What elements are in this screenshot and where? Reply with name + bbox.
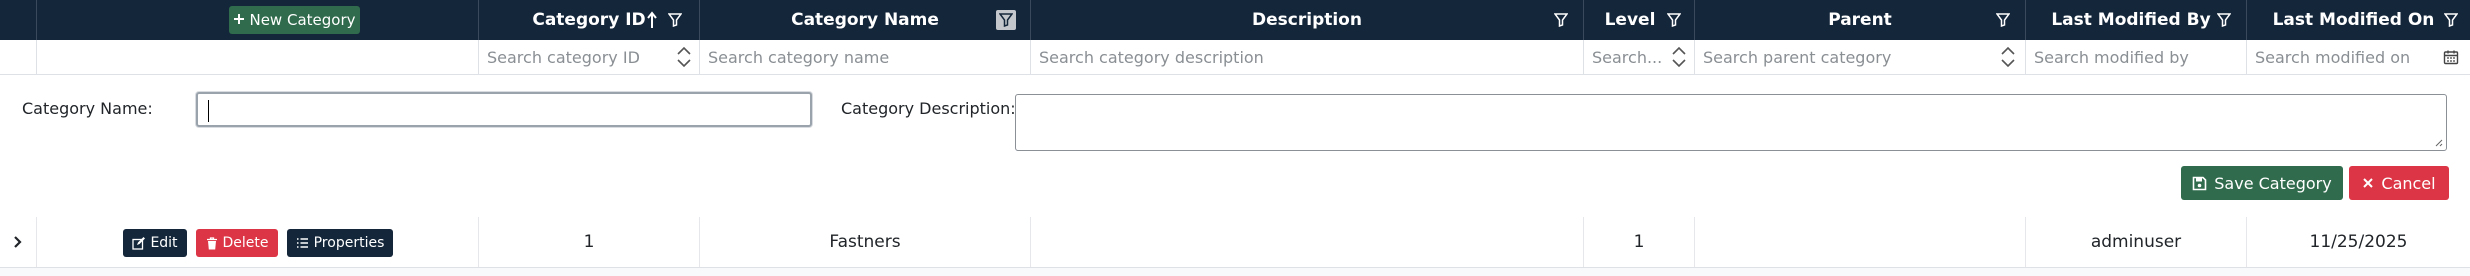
- filter-placeholder: Search modified by: [2034, 47, 2189, 67]
- spinner-icon[interactable]: [675, 43, 693, 71]
- category-grid: New Category Category ID Category Name D…: [0, 0, 2470, 276]
- header-category-name[interactable]: Category Name: [699, 0, 1030, 40]
- filter-row: Search category ID Search category name …: [0, 40, 2470, 75]
- text-caret: [208, 100, 209, 122]
- filter-icon[interactable]: [2441, 10, 2461, 30]
- header-parent[interactable]: Parent: [1694, 0, 2025, 40]
- category-name-label: Category Name:: [22, 99, 153, 118]
- save-icon: [2192, 176, 2207, 190]
- close-icon: [2363, 178, 2374, 188]
- modified-on-filter-input[interactable]: Search modified on: [2246, 40, 2470, 74]
- last-modified-on-cell: 11/25/2025: [2246, 217, 2470, 267]
- category-id-cell: 1: [478, 217, 699, 267]
- properties-label: Properties: [313, 235, 385, 251]
- trash-icon: [206, 236, 217, 249]
- resize-handle-icon[interactable]: [2433, 137, 2443, 147]
- category-name-cell: Fastners: [699, 217, 1030, 267]
- filter-icon[interactable]: [1993, 10, 2013, 30]
- header-label: Category Name: [791, 10, 939, 30]
- header-label: Category ID: [532, 10, 646, 30]
- table-row: Edit Delete Properties 1 Fastners 1 admi…: [0, 217, 2470, 268]
- header-label: Level: [1604, 10, 1656, 30]
- filter-placeholder: Search...: [1592, 47, 1663, 67]
- parent-cell: [1694, 217, 2025, 267]
- spinner-icon[interactable]: [1670, 43, 1688, 71]
- list-icon: [296, 238, 308, 248]
- header-label: Last Modified On: [2272, 10, 2435, 30]
- filter-placeholder: Search category ID: [487, 47, 640, 67]
- description-cell: [1030, 217, 1583, 267]
- cancel-button[interactable]: Cancel: [2349, 166, 2449, 200]
- header-level[interactable]: Level: [1583, 0, 1694, 40]
- grid-header: New Category Category ID Category Name D…: [0, 0, 2470, 40]
- header-expand-cell: [0, 0, 36, 40]
- category-name-filter-input[interactable]: Search category name: [699, 40, 1030, 74]
- edit-category-form: Category Name: Category Description: Sav…: [0, 75, 2470, 218]
- sort-asc-icon[interactable]: [645, 8, 659, 32]
- new-category-label: New Category: [249, 11, 356, 29]
- modified-by-filter-input[interactable]: Search modified by: [2025, 40, 2246, 74]
- header-last-modified-on[interactable]: Last Modified On: [2246, 0, 2470, 40]
- delete-label: Delete: [222, 235, 269, 251]
- header-label: Description: [1252, 10, 1362, 30]
- category-description-textarea[interactable]: [1015, 94, 2447, 151]
- save-category-button[interactable]: Save Category: [2181, 166, 2343, 200]
- header-label: Last Modified By: [2051, 10, 2211, 30]
- row-actions-cell: Edit Delete Properties: [36, 217, 478, 267]
- last-modified-by-cell: adminuser: [2025, 217, 2246, 267]
- edit-icon: [132, 236, 146, 250]
- cancel-label: Cancel: [2381, 173, 2436, 193]
- plus-icon: [233, 11, 245, 29]
- parent-filter-input[interactable]: Search parent category: [1694, 40, 2025, 74]
- header-description[interactable]: Description: [1030, 0, 1583, 40]
- filter-icon[interactable]: [1664, 10, 1684, 30]
- edit-button[interactable]: Edit: [123, 229, 187, 257]
- chevron-right-icon[interactable]: [13, 235, 23, 249]
- description-filter-input[interactable]: Search category description: [1030, 40, 1583, 74]
- filter-icon[interactable]: [1551, 10, 1571, 30]
- header-actions-cell: New Category: [36, 0, 478, 40]
- filter-placeholder: Search category description: [1039, 47, 1264, 67]
- header-label: Parent: [1828, 10, 1892, 30]
- properties-button[interactable]: Properties: [287, 229, 393, 257]
- filter-placeholder: Search category name: [708, 47, 890, 67]
- expand-row-toggle[interactable]: [0, 217, 36, 267]
- new-category-button[interactable]: New Category: [229, 6, 360, 34]
- calendar-icon[interactable]: [2443, 49, 2459, 65]
- grid-footer-strip: [0, 268, 2470, 276]
- filter-placeholder: Search parent category: [1703, 47, 1892, 67]
- filter-icon[interactable]: [665, 10, 685, 30]
- level-cell: 1: [1583, 217, 1694, 267]
- filter-icon[interactable]: [996, 10, 1016, 30]
- level-filter-input[interactable]: Search...: [1583, 40, 1694, 74]
- filter-empty-cell: [36, 40, 478, 74]
- spinner-icon[interactable]: [1999, 43, 2017, 71]
- filter-empty-cell: [0, 40, 36, 74]
- header-category-id[interactable]: Category ID: [478, 0, 699, 40]
- header-last-modified-by[interactable]: Last Modified By: [2025, 0, 2246, 40]
- filter-placeholder: Search modified on: [2255, 47, 2411, 67]
- category-name-input[interactable]: [196, 92, 812, 127]
- category-id-filter-input[interactable]: Search category ID: [478, 40, 699, 74]
- edit-label: Edit: [150, 235, 178, 251]
- category-description-label: Category Description:: [841, 99, 1016, 118]
- save-category-label: Save Category: [2214, 173, 2332, 193]
- filter-icon[interactable]: [2214, 10, 2234, 30]
- delete-button[interactable]: Delete: [196, 229, 278, 257]
